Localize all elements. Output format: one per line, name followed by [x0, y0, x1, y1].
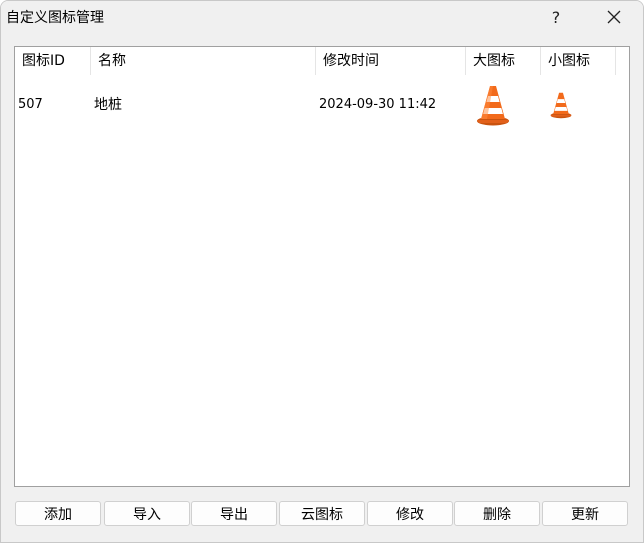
- traffic-cone-icon: [477, 86, 509, 126]
- close-icon: [607, 10, 621, 24]
- icon-manager-dialog: 自定义图标管理 ? 图标ID 名称 修改时间 大图标 小图标 507 地桩 20…: [0, 0, 644, 543]
- column-header-small-icon[interactable]: 小图标: [541, 47, 616, 75]
- cell-large-icon: [473, 86, 533, 126]
- update-button[interactable]: 更新: [542, 501, 628, 526]
- cell-modified-time: 2024-09-30 11:42: [319, 97, 437, 112]
- title-bar[interactable]: 自定义图标管理 ?: [1, 1, 643, 33]
- window-title: 自定义图标管理: [6, 10, 104, 26]
- column-header-modified-time[interactable]: 修改时间: [316, 47, 466, 75]
- icon-list-view[interactable]: 图标ID 名称 修改时间 大图标 小图标 507 地桩 2024-09-30 1…: [14, 46, 630, 487]
- add-button[interactable]: 添加: [15, 501, 101, 526]
- button-bar: 添加 导入 导出 云图标 修改 删除 更新: [1, 501, 643, 527]
- export-button[interactable]: 导出: [191, 501, 277, 526]
- help-button[interactable]: ?: [533, 1, 579, 33]
- cloud-icon-button[interactable]: 云图标: [279, 501, 365, 526]
- cell-name: 地桩: [94, 97, 122, 113]
- edit-button[interactable]: 修改: [367, 501, 453, 526]
- traffic-cone-icon: [550, 92, 572, 119]
- import-button[interactable]: 导入: [104, 501, 190, 526]
- column-header-large-icon[interactable]: 大图标: [466, 47, 541, 75]
- delete-button[interactable]: 删除: [454, 501, 540, 526]
- help-icon: ?: [551, 7, 561, 27]
- table-row[interactable]: 507 地桩 2024-09-30 11:42: [15, 86, 629, 126]
- column-header-icon-id[interactable]: 图标ID: [15, 47, 91, 75]
- cell-icon-id: 507: [18, 97, 43, 112]
- column-header-name[interactable]: 名称: [91, 47, 316, 75]
- close-button[interactable]: [591, 1, 637, 33]
- cell-small-icon: [547, 87, 597, 123]
- list-header: 图标ID 名称 修改时间 大图标 小图标: [15, 47, 629, 75]
